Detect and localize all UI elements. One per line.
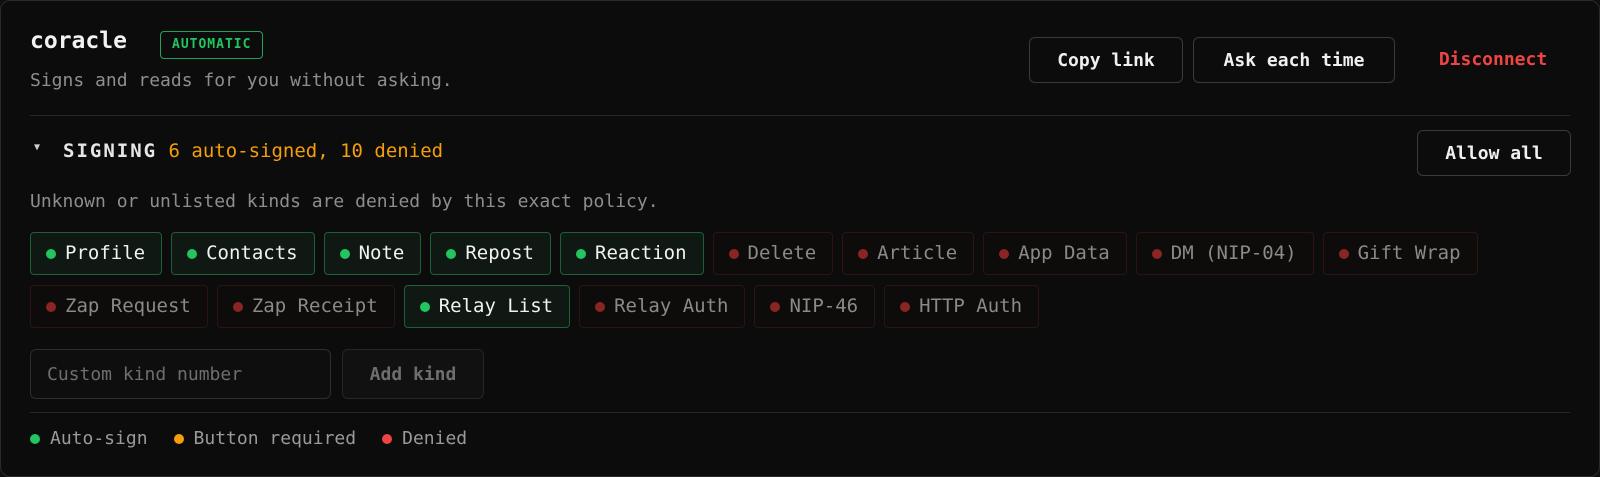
section-title: SIGNING [63, 140, 158, 162]
copy-link-button[interactable]: Copy link [1029, 37, 1183, 83]
kind-chip[interactable]: Zap Receipt [216, 285, 395, 328]
ask-each-time-button[interactable]: Ask each time [1193, 37, 1395, 83]
legend-item: Auto-sign [30, 428, 148, 449]
chevron-down-icon[interactable]: ▼ [34, 142, 40, 153]
mode-badge: AUTOMATIC [160, 31, 264, 59]
legend-label: Button required [193, 428, 357, 449]
status-dot-icon [1151, 248, 1162, 259]
kind-chip-label: Relay Auth [614, 295, 729, 317]
signing-summary: 6 auto-signed, 10 denied [168, 140, 444, 162]
kind-chip-label: App Data [1018, 242, 1110, 264]
status-dot-icon [858, 248, 869, 259]
status-dot-icon [46, 301, 56, 312]
kind-chip-label: DM (NIP-04) [1170, 242, 1297, 264]
kind-chip-label: Note [358, 242, 405, 264]
kind-chip-label: Article [877, 242, 958, 264]
legend-dot-icon [30, 433, 40, 444]
status-dot-icon [770, 301, 781, 312]
kind-chip[interactable]: DM (NIP-04) [1135, 232, 1314, 275]
kind-chip-label: HTTP Auth [919, 295, 1023, 317]
connection-card: coracle AUTOMATIC Signs and reads for yo… [0, 0, 1600, 477]
kind-chip-label: Zap Request [65, 295, 191, 317]
kind-chip-label: Relay List [438, 295, 554, 317]
kind-chip-label: Delete [747, 242, 817, 264]
status-dot-icon [339, 248, 350, 259]
status-dot-icon [446, 248, 457, 259]
legend-item: Button required [173, 428, 357, 449]
connection-name: coracle [30, 28, 127, 54]
status-dot-icon [900, 301, 911, 312]
status-dot-icon [232, 301, 243, 312]
legend-label: Denied [402, 428, 468, 449]
kind-chip[interactable]: Reaction [560, 232, 704, 275]
kind-chip-label: Zap Receipt [251, 295, 378, 317]
status-dot-icon [46, 248, 56, 259]
kind-chip-label: Gift Wrap [1357, 242, 1461, 264]
connection-description: Signs and reads for you without asking. [30, 70, 453, 91]
kind-chip[interactable]: Profile [30, 232, 163, 275]
kind-chip[interactable]: Relay Auth [579, 285, 746, 328]
legend-item: Denied [382, 428, 467, 449]
kind-chip[interactable]: Article [842, 232, 975, 275]
status-dot-icon [187, 248, 198, 259]
divider [30, 412, 1570, 413]
kind-chip[interactable]: App Data [983, 232, 1127, 275]
kind-chip-label: Contacts [206, 242, 298, 264]
kind-chip[interactable]: Relay List [403, 285, 571, 328]
signing-section-header[interactable]: SIGNING 6 auto-signed, 10 denied [63, 140, 443, 162]
kind-chip[interactable]: Note [323, 232, 422, 275]
kind-chip[interactable]: Gift Wrap [1322, 232, 1478, 275]
status-legend: Auto-sign Button required Denied [30, 428, 467, 449]
status-dot-icon [576, 248, 586, 259]
status-dot-icon [728, 248, 739, 259]
kind-chip[interactable]: Zap Request [30, 285, 208, 328]
legend-dot-icon [382, 433, 393, 444]
status-dot-icon [419, 301, 430, 312]
kind-chip[interactable]: HTTP Auth [884, 285, 1040, 328]
status-dot-icon [1338, 248, 1349, 259]
policy-note: Unknown or unlisted kinds are denied by … [30, 191, 659, 212]
kind-chip-label: Profile [65, 242, 146, 264]
status-dot-icon [999, 248, 1010, 259]
kind-chip-list: Profile Contacts Note Repost Reaction Delete A… [30, 232, 1575, 328]
legend-dot-icon [173, 433, 184, 444]
allow-all-button[interactable]: Allow all [1417, 130, 1571, 176]
status-dot-icon [595, 301, 606, 312]
kind-chip[interactable]: Contacts [171, 232, 315, 275]
kind-chip-label: Reaction [595, 242, 687, 264]
add-kind-button[interactable]: Add kind [342, 349, 484, 399]
kind-chip[interactable]: Repost [430, 232, 551, 275]
legend-label: Auto-sign [50, 428, 148, 449]
disconnect-button[interactable]: Disconnect [1419, 37, 1567, 83]
kind-chip[interactable]: Delete [712, 232, 834, 275]
kind-chip-label: NIP-46 [789, 295, 859, 317]
kind-chip[interactable]: NIP-46 [754, 285, 876, 328]
kind-chip-label: Repost [465, 242, 534, 264]
custom-kind-input[interactable] [30, 349, 331, 399]
divider [30, 115, 1570, 116]
